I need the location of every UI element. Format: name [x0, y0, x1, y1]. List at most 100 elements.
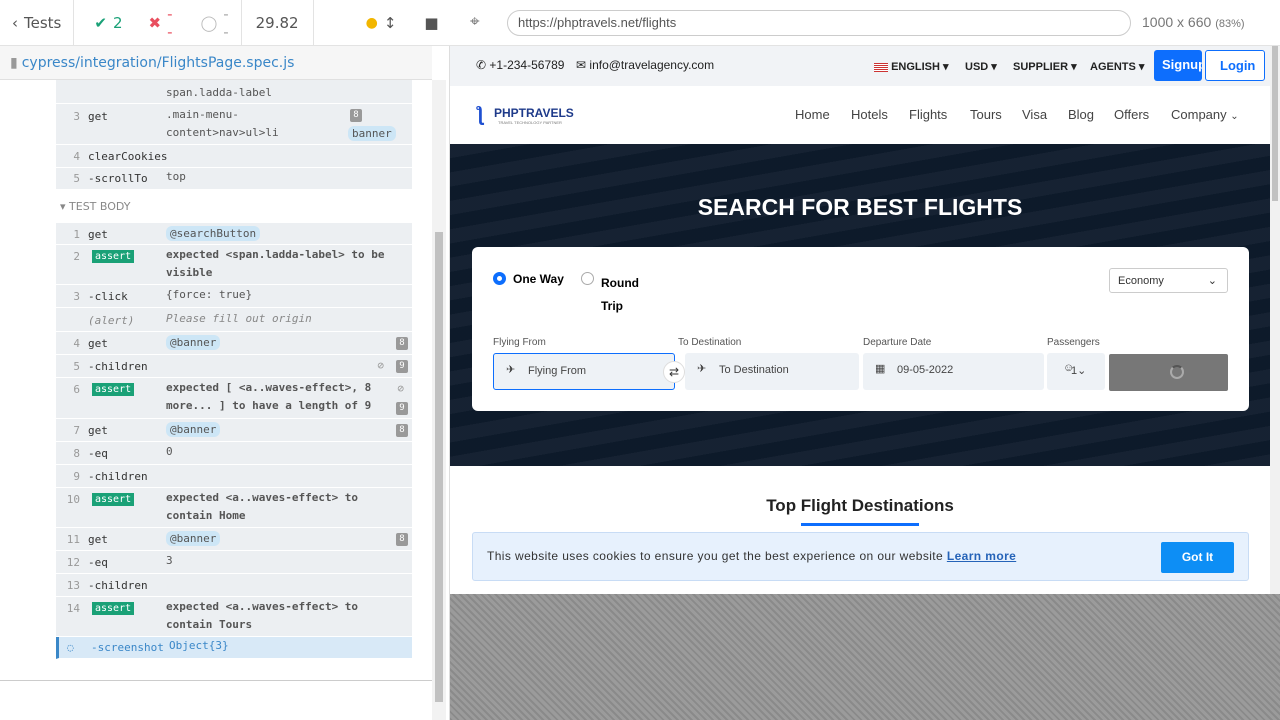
round-trip-radio[interactable] [581, 272, 594, 285]
nav-flights[interactable]: Flights [909, 107, 947, 122]
round-trip-label: Round Trip [601, 276, 639, 313]
flight-search-hero: SEARCH FOR BEST FLIGHTS One Way Round Tr… [450, 144, 1270, 466]
pending-icon: ◯ [200, 13, 218, 32]
command-row-active[interactable]: ◌ -screenshot Object{3} [56, 637, 412, 659]
eye-slash-icon: ⊘ [397, 382, 404, 395]
command-row[interactable]: 8 -eq 0 [56, 442, 412, 465]
assert-tag: assert [92, 492, 135, 506]
site-navbar: ƪ PHPTRAVELS TRAVEL TECHNOLOGY PARTNER H… [450, 86, 1270, 144]
chevron-left-icon: ‹ [12, 13, 18, 32]
assert-tag: assert [92, 382, 135, 396]
mail-icon: ✉ [576, 58, 587, 72]
command-row[interactable]: 3 get .main-menu- content>nav>ul>li 8 ba… [56, 104, 412, 145]
failed-icon: ✖ [148, 13, 162, 32]
to-destination-input[interactable]: ✈ To Destination [685, 353, 859, 390]
stop-icon[interactable]: ■ [424, 14, 438, 32]
assert-tag: assert [92, 601, 135, 615]
command-row[interactable]: 11 get @banner 8 [56, 528, 412, 551]
command-row[interactable]: (alert) Please fill out origin [56, 308, 412, 332]
commands-before: span.ladda-label 3 get .main-menu- conte… [56, 80, 412, 190]
title-underline [801, 523, 919, 526]
running-dot-icon: ● [365, 14, 378, 31]
url-bar[interactable]: https://phptravels.net/flights [507, 10, 1131, 36]
caret-down-icon: ▾ [60, 200, 66, 213]
command-row[interactable]: 7 get @banner 8 [56, 419, 412, 442]
nav-home[interactable]: Home [795, 107, 830, 122]
plane-takeoff-icon: ✈ [506, 364, 516, 376]
file-icon: ▮ [10, 54, 18, 71]
aut-header: ⌖ https://phptravels.net/flights 1000 x … [450, 0, 1280, 46]
command-row[interactable]: 10 assert expected <a..waves-effect> to … [56, 488, 412, 528]
pending-count: -- [223, 4, 229, 41]
tests-button[interactable]: ‹ Tests [0, 0, 75, 46]
us-flag-icon [874, 62, 888, 72]
plane-landing-icon: ✈ [697, 363, 707, 375]
chevron-down-icon: ⌄ [1077, 365, 1087, 377]
top-destinations-title: Top Flight Destinations [766, 496, 954, 515]
nav-tours[interactable]: Tours [970, 107, 1002, 122]
cabin-class-select[interactable]: Economy ⌄ [1109, 268, 1228, 293]
command-row[interactable]: 9 -children [56, 465, 412, 488]
signup-button[interactable]: Signup [1154, 50, 1202, 81]
viewport-scale: (83%) [1215, 18, 1245, 30]
search-button[interactable] [1109, 354, 1228, 391]
command-row[interactable]: 5 -scrollTo top [56, 168, 412, 190]
spinner-icon: ◌ [67, 641, 74, 654]
departure-date-input[interactable]: ▦ 09-05-2022 [863, 353, 1044, 390]
command-row[interactable]: 12 -eq 3 [56, 551, 412, 574]
eye-slash-icon: ⊘ [377, 359, 384, 372]
learn-more-link[interactable]: Learn more [947, 549, 1016, 563]
got-it-button[interactable]: Got It [1161, 542, 1234, 573]
agents-dropdown[interactable]: AGENTS ▾ [1090, 60, 1144, 73]
login-button[interactable]: Login [1205, 50, 1265, 81]
chevron-down-icon: ⌄ [1230, 111, 1239, 122]
command-row[interactable]: span.ladda-label [56, 80, 412, 104]
spec-path[interactable]: ▮ cypress/integration/FlightsPage.spec.j… [0, 46, 432, 80]
supplier-dropdown[interactable]: SUPPLIER ▾ [1013, 60, 1077, 73]
tests-label: Tests [24, 13, 62, 32]
nav-company[interactable]: Company ⌄ [1171, 107, 1239, 122]
spec-path-text: cypress/integration/FlightsPage.spec.js [21, 54, 295, 71]
command-row[interactable]: 5 -children ⊘ 9 [56, 355, 412, 378]
test-body-header[interactable]: ▾ TEST BODY [60, 200, 131, 213]
viewport-info[interactable]: 1000 x 660 (83%) [1142, 14, 1245, 30]
flying-from-input[interactable]: ✈ Flying From [493, 353, 675, 390]
one-way-radio[interactable] [493, 272, 506, 285]
passengers-dropdown[interactable]: ☺ 1⌄ [1047, 353, 1105, 390]
command-row[interactable]: 1 get @searchButton [56, 223, 412, 245]
reporter-stats-bar: ‹ Tests ✔ 2 ✖ -- ◯ -- 29.82 ● ↕ ■ [0, 0, 450, 46]
nav-visa[interactable]: Visa [1022, 107, 1047, 122]
swap-icon[interactable]: ⇄ [663, 361, 685, 383]
command-row[interactable]: 6 assert expected [ <a..waves-effect>, 8… [56, 378, 412, 419]
site-logo[interactable]: ƪ PHPTRAVELS TRAVEL TECHNOLOGY PARTNER [476, 104, 574, 127]
cypress-reporter: ‹ Tests ✔ 2 ✖ -- ◯ -- 29.82 ● ↕ ■ ▮ cypr… [0, 0, 450, 720]
command-row[interactable]: 3 -click {force: true} [56, 285, 412, 308]
stats-group: ✔ 2 ✖ -- ◯ -- [74, 0, 242, 46]
aut-scrollbar[interactable] [1270, 46, 1280, 594]
chevron-down-icon: ⌄ [1207, 275, 1217, 287]
command-row[interactable]: 4 get @banner 8 [56, 332, 412, 355]
cookie-text: This website uses cookies to ensure you … [487, 549, 1017, 563]
auto-scroll-icon[interactable]: ↕ [384, 14, 397, 32]
reporter-scrollbar[interactable] [432, 80, 446, 720]
duration: 29.82 [242, 0, 314, 46]
date-label: Departure Date [863, 337, 932, 348]
phone-link[interactable]: ✆ +1-234-56789 [476, 58, 564, 72]
currency-dropdown[interactable]: USD ▾ [965, 60, 997, 73]
nav-blog[interactable]: Blog [1068, 107, 1094, 122]
controls: ● ↕ ■ [314, 0, 450, 46]
command-row[interactable]: 13 -children [56, 574, 412, 597]
nav-offers[interactable]: Offers [1114, 107, 1149, 122]
viewport-size: 1000 x 660 [1142, 14, 1212, 30]
command-row[interactable]: 14 assert expected <a..waves-effect> to … [56, 597, 412, 637]
divider [0, 680, 432, 681]
language-dropdown[interactable]: ENGLISH ▾ [874, 60, 949, 73]
command-row[interactable]: 2 assert expected <span.ladda-label> to … [56, 245, 412, 285]
email-link[interactable]: ✉ info@travelagency.com [576, 58, 714, 72]
aut-empty-area [450, 594, 1280, 720]
failed-count: -- [167, 4, 173, 41]
nav-hotels[interactable]: Hotels [851, 107, 888, 122]
selector-playground-icon[interactable]: ⌖ [470, 12, 480, 32]
command-row[interactable]: 4 clearCookies [56, 145, 412, 168]
phone-icon: ✆ [476, 58, 487, 72]
